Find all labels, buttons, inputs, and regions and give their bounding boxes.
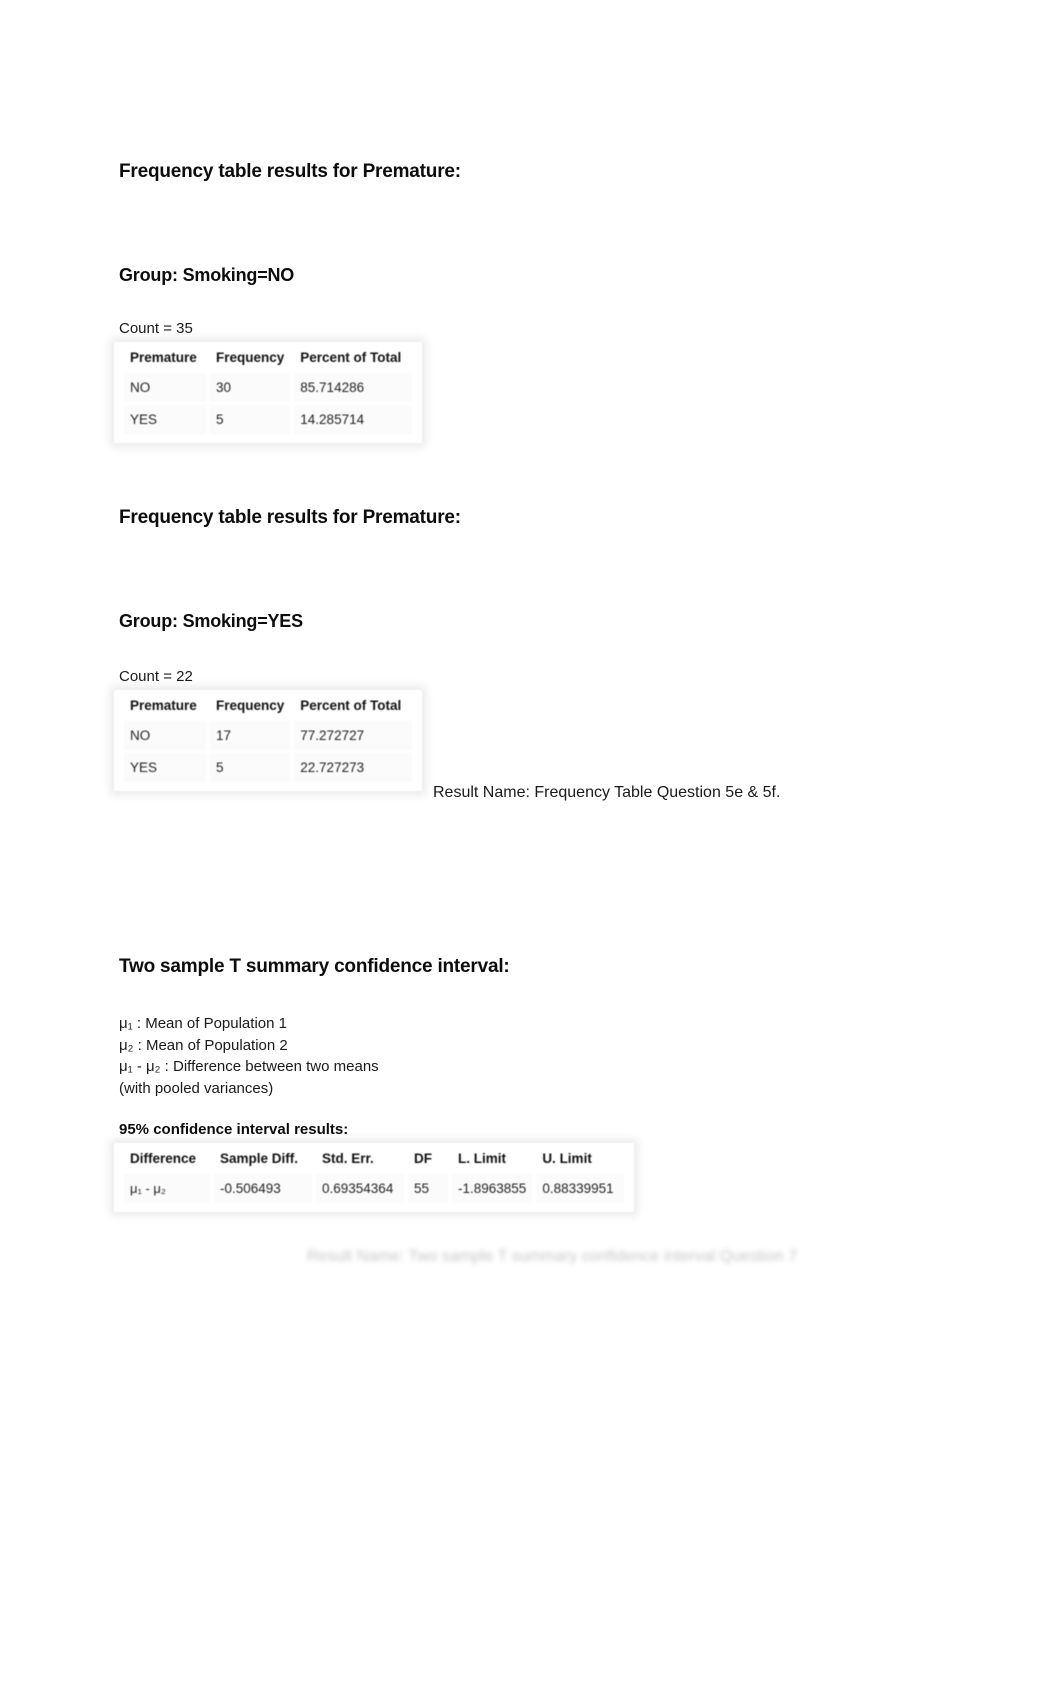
cell-percent: 85.714286 bbox=[294, 373, 413, 402]
definition-difference: μ₁ - μ₂ : Difference between two means bbox=[119, 1058, 379, 1075]
definition-mu1: μ₁ : Mean of Population 1 bbox=[119, 1015, 287, 1032]
table-header-row: Premature Frequency Percent of Total bbox=[124, 347, 413, 370]
definition-mu2: μ₂ : Mean of Population 2 bbox=[119, 1036, 288, 1054]
cell-sample-diff: -0.506493 bbox=[214, 1174, 312, 1203]
column-header-frequency: Frequency bbox=[210, 347, 291, 370]
cell-difference: μ₁ - μ₂ bbox=[124, 1174, 210, 1203]
cell-premature: NO bbox=[124, 373, 206, 402]
frequency-table-no: Premature Frequency Percent of Total NO … bbox=[120, 344, 416, 437]
document-page: Frequency table results for Premature: G… bbox=[0, 0, 1062, 1686]
cell-premature: YES bbox=[124, 753, 206, 782]
result-name-frequency-caption: Result Name: Frequency Table Question 5e… bbox=[433, 784, 781, 801]
page-title-frequency-no: Frequency table results for Premature: bbox=[119, 161, 461, 182]
column-header-upper-limit: U. Limit bbox=[536, 1148, 625, 1171]
cell-frequency: 5 bbox=[210, 753, 291, 782]
page-title-frequency-yes: Frequency table results for Premature: bbox=[119, 507, 461, 528]
table-header-row: Premature Frequency Percent of Total bbox=[124, 695, 413, 718]
group-label-smoking-no: Group: Smoking=NO bbox=[119, 265, 295, 285]
cell-lower-limit: -1.8963855 bbox=[452, 1174, 533, 1203]
cell-upper-limit: 0.88339951 bbox=[536, 1174, 625, 1203]
column-header-df: DF bbox=[408, 1148, 448, 1171]
result-name-ttest-caption: Result Name: Two sample T summary confid… bbox=[307, 1248, 797, 1265]
column-header-difference: Difference bbox=[124, 1148, 210, 1171]
cell-df: 55 bbox=[408, 1174, 448, 1203]
table-row: μ₁ - μ₂ -0.506493 0.69354364 55 -1.89638… bbox=[124, 1174, 625, 1203]
page-title-two-sample-t: Two sample T summary confidence interval… bbox=[119, 956, 510, 977]
frequency-table-yes-wrapper: Premature Frequency Percent of Total NO … bbox=[110, 686, 426, 795]
confidence-interval-results-label: 95% confidence interval results: bbox=[119, 1121, 349, 1138]
cell-frequency: 30 bbox=[210, 373, 291, 402]
table-row: NO 17 77.272727 bbox=[124, 721, 413, 750]
cell-premature: YES bbox=[124, 405, 206, 434]
definition-pooled-variances: (with pooled variances) bbox=[119, 1079, 274, 1097]
column-header-std-err: Std. Err. bbox=[316, 1148, 404, 1171]
count-label-no: Count = 35 bbox=[119, 320, 193, 337]
count-label-yes: Count = 22 bbox=[119, 668, 193, 685]
cell-frequency: 5 bbox=[210, 405, 291, 434]
column-header-percent-of-total: Percent of Total bbox=[294, 695, 413, 718]
table-row: YES 5 14.285714 bbox=[124, 405, 413, 434]
frequency-table-no-wrapper: Premature Frequency Percent of Total NO … bbox=[110, 338, 426, 447]
column-header-frequency: Frequency bbox=[210, 695, 291, 718]
cell-premature: NO bbox=[124, 721, 206, 750]
frequency-table-yes: Premature Frequency Percent of Total NO … bbox=[120, 692, 416, 785]
column-header-percent-of-total: Percent of Total bbox=[294, 347, 413, 370]
table-header-row: Difference Sample Diff. Std. Err. DF L. … bbox=[124, 1148, 625, 1171]
column-header-premature: Premature bbox=[124, 347, 206, 370]
cell-frequency: 17 bbox=[210, 721, 291, 750]
table-row: NO 30 85.714286 bbox=[124, 373, 413, 402]
group-label-smoking-yes: Group: Smoking=YES bbox=[119, 611, 303, 631]
cell-std-err: 0.69354364 bbox=[316, 1174, 404, 1203]
column-header-sample-diff: Sample Diff. bbox=[214, 1148, 312, 1171]
cell-percent: 22.727273 bbox=[294, 753, 413, 782]
cell-percent: 77.272727 bbox=[294, 721, 413, 750]
cell-percent: 14.285714 bbox=[294, 405, 413, 434]
confidence-interval-table: Difference Sample Diff. Std. Err. DF L. … bbox=[120, 1145, 628, 1206]
table-row: YES 5 22.727273 bbox=[124, 753, 413, 782]
confidence-interval-table-wrapper: Difference Sample Diff. Std. Err. DF L. … bbox=[110, 1139, 638, 1216]
hypothesis-definitions: μ₁ : Mean of Population 1 μ₂ : Mean of P… bbox=[119, 1013, 379, 1099]
column-header-premature: Premature bbox=[124, 695, 206, 718]
column-header-lower-limit: L. Limit bbox=[452, 1148, 533, 1171]
